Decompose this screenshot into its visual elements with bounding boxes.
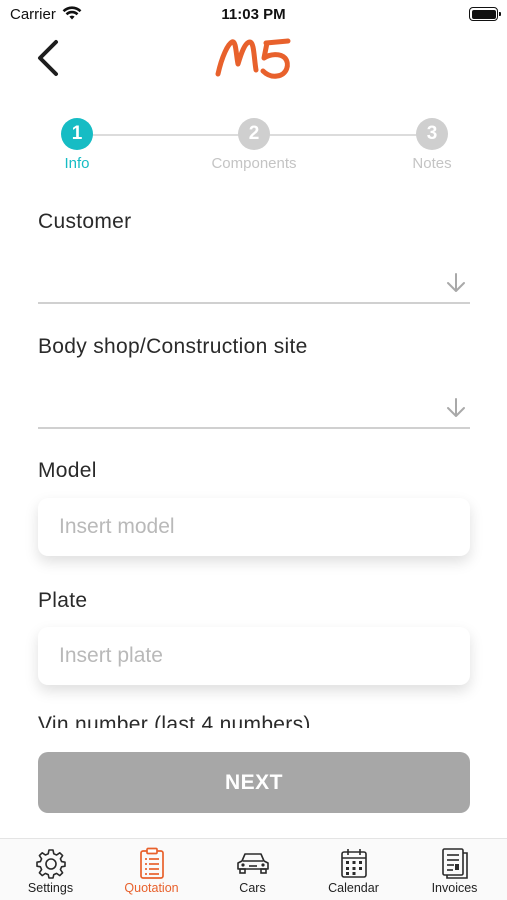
calendar-icon <box>340 849 367 878</box>
status-bar: Carrier 11:03 PM <box>0 0 507 30</box>
tab-label: Quotation <box>124 881 179 895</box>
step-info[interactable]: 1 Info <box>17 118 137 172</box>
step-number: 2 <box>238 118 270 150</box>
tab-label: Cars <box>239 881 266 895</box>
status-time: 11:03 PM <box>221 6 286 23</box>
tab-cars[interactable]: Cars <box>202 839 303 900</box>
model-input[interactable] <box>38 498 470 556</box>
arrow-down-icon <box>447 273 465 292</box>
model-label: Model <box>38 459 97 482</box>
body-shop-label: Body shop/Construction site <box>38 335 308 358</box>
step-label: Notes <box>412 155 452 172</box>
step-label: Info <box>64 155 90 172</box>
gear-icon <box>35 849 66 879</box>
tab-calendar[interactable]: Calendar <box>303 839 404 900</box>
plate-input[interactable] <box>38 627 470 685</box>
customer-select[interactable] <box>38 260 470 304</box>
body-shop-select[interactable] <box>38 385 470 429</box>
plate-label: Plate <box>38 589 88 612</box>
scroll-clip: Vin number (last 4 numbers) <box>0 704 507 728</box>
tab-bar: Settings Quotation Cars Calendar Invoice… <box>0 838 507 900</box>
step-label: Components <box>211 155 297 172</box>
arrow-down-icon <box>447 398 465 417</box>
tab-label: Calendar <box>328 881 379 895</box>
tab-settings[interactable]: Settings <box>0 839 101 900</box>
step-notes[interactable]: 3 Notes <box>372 118 492 172</box>
tab-label: Invoices <box>431 881 478 895</box>
progress-stepper: 1 Info 2 Components 3 Notes <box>0 118 507 178</box>
customer-label: Customer <box>38 210 132 233</box>
battery-icon <box>469 7 501 21</box>
tab-quotation[interactable]: Quotation <box>101 839 202 900</box>
model-field <box>38 498 470 556</box>
plate-field <box>38 627 470 685</box>
invoice-icon <box>441 848 468 879</box>
brand-logo <box>214 34 294 82</box>
step-number: 3 <box>416 118 448 150</box>
step-number: 1 <box>61 118 93 150</box>
chevron-left-icon <box>38 40 58 76</box>
tab-invoices[interactable]: Invoices <box>404 839 505 900</box>
back-button[interactable] <box>34 38 68 78</box>
tab-label: Settings <box>27 881 74 895</box>
vin-label: Vin number (last 4 numbers) <box>38 713 311 728</box>
step-components[interactable]: 2 Components <box>194 118 314 172</box>
car-icon <box>236 853 269 874</box>
next-button[interactable]: NEXT <box>38 752 470 813</box>
clipboard-icon <box>139 847 164 879</box>
